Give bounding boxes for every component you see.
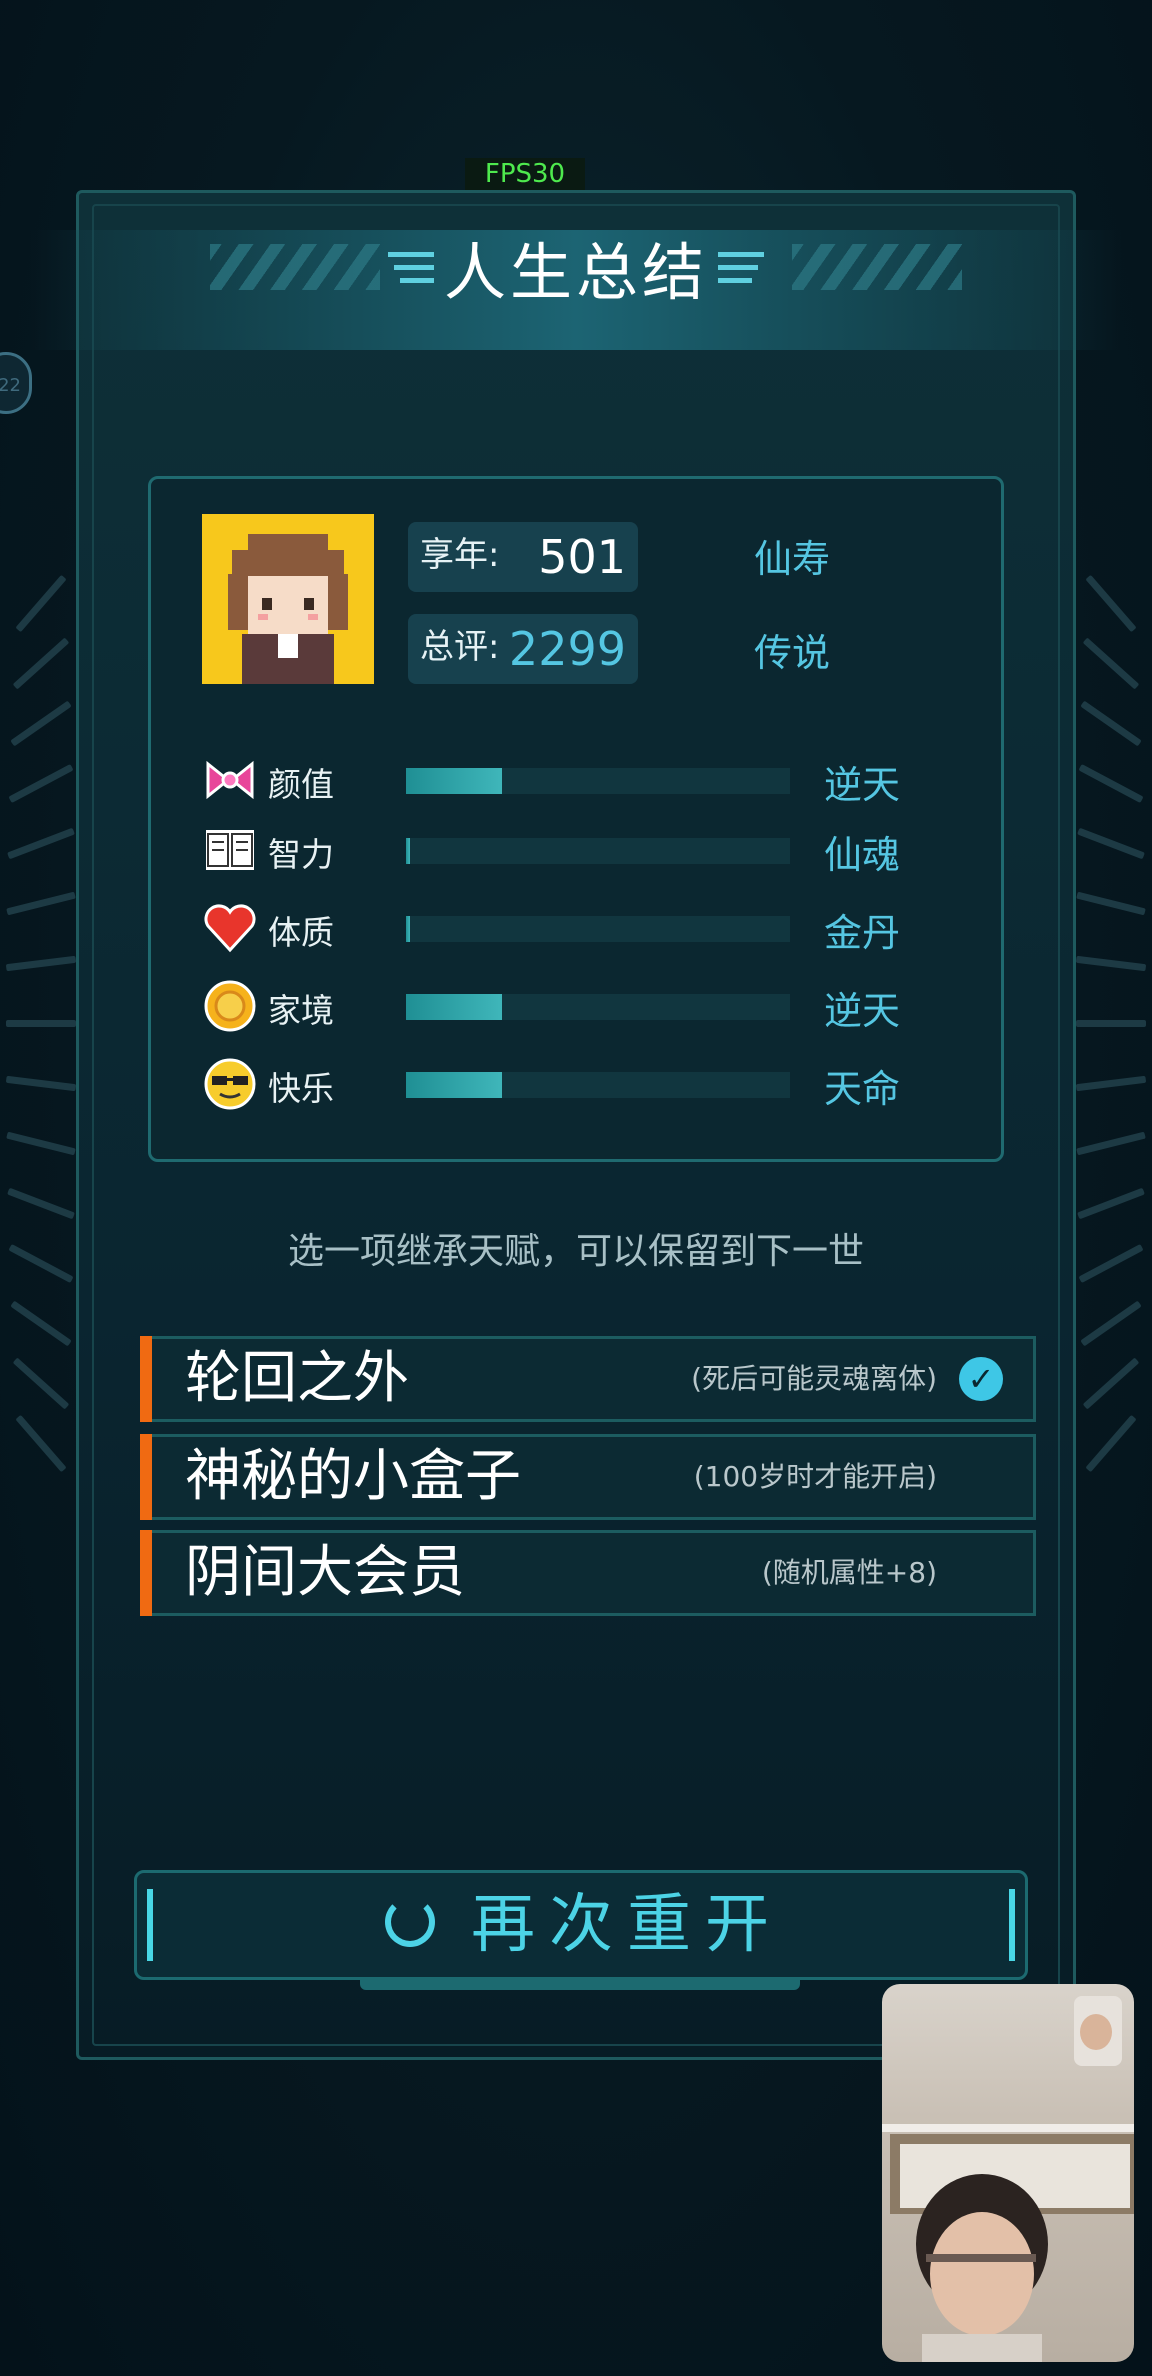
ray-mark <box>1080 1300 1142 1347</box>
heart-icon <box>202 900 258 956</box>
ray-mark <box>6 1131 76 1156</box>
refresh-icon <box>385 1897 435 1948</box>
talent-name: 阴间大会员 <box>185 1540 465 1605</box>
ray-mark <box>1085 1414 1137 1473</box>
talent-accent-bar <box>140 1434 152 1520</box>
talent-desc: (随机属性+8) <box>761 1556 937 1589</box>
talent-accent-bar <box>140 1530 152 1616</box>
attribute-bar-fill <box>406 768 502 794</box>
ray-mark <box>1076 1131 1146 1156</box>
score-pill: 总评: 2299 <box>408 614 638 684</box>
video-call-overlay[interactable] <box>882 1984 1134 2362</box>
talent-desc: (死后可能灵魂离体) <box>691 1362 937 1395</box>
attribute-bar-fill <box>406 994 502 1020</box>
score-value: 2299 <box>508 622 626 676</box>
attribute-bar <box>406 994 790 1020</box>
ray-mark <box>1075 955 1147 972</box>
score-label: 总评: <box>420 627 500 667</box>
ray-mark <box>6 891 76 916</box>
fps-counter: FPS30 <box>465 158 585 190</box>
ray-mark <box>7 827 75 860</box>
restart-button[interactable]: 再次重开 <box>134 1870 1028 1980</box>
attribute-label: 智力 <box>268 835 334 874</box>
ray-mark <box>1076 1020 1146 1027</box>
attribute-grade: 金丹 <box>824 911 901 955</box>
age-value: 501 <box>538 530 626 584</box>
restart-label: 再次重开 <box>471 1888 783 1962</box>
ray-mark <box>12 637 70 690</box>
page-title: 人生总结 <box>443 236 708 309</box>
ray-mark <box>7 1187 75 1220</box>
talent-name: 神秘的小盒子 <box>185 1444 521 1509</box>
talent-desc: (100岁时才能开启) <box>693 1460 937 1493</box>
ray-mark <box>1082 1357 1140 1410</box>
ray-mark <box>1075 1075 1147 1092</box>
ray-mark <box>8 763 74 804</box>
talent-accent-bar <box>140 1336 152 1422</box>
age-label: 享年: <box>420 535 500 575</box>
attribute-label: 快乐 <box>268 1069 334 1108</box>
check-icon: ✓ <box>959 1357 1003 1401</box>
avatar <box>202 514 374 684</box>
sunglasses-face-icon <box>202 1056 258 1112</box>
ray-mark <box>5 1075 77 1092</box>
coin-icon <box>202 978 258 1034</box>
attribute-grade: 天命 <box>824 1067 901 1111</box>
attribute-bar-fill <box>406 838 410 864</box>
ray-mark <box>10 1300 72 1347</box>
book-icon <box>202 822 258 878</box>
ray-mark <box>6 1020 76 1027</box>
title-stripes-right <box>792 244 962 290</box>
attribute-label: 体质 <box>268 913 334 952</box>
ray-mark <box>1078 763 1144 804</box>
age-grade: 仙寿 <box>754 537 831 581</box>
restart-underline <box>360 1980 800 1990</box>
attribute-label: 颜值 <box>268 765 334 804</box>
ray-mark <box>10 700 72 747</box>
side-level-badge[interactable]: 22 <box>0 352 32 414</box>
title-stripes-left <box>210 244 380 290</box>
attribute-grade: 逆天 <box>824 763 901 807</box>
attribute-label: 家境 <box>268 991 334 1030</box>
talent-name: 轮回之外 <box>185 1346 409 1411</box>
ray-mark <box>1080 700 1142 747</box>
inherit-hint: 选一项继承天赋，可以保留到下一世 <box>287 1231 864 1272</box>
talent-option[interactable]: 阴间大会员 (随机属性+8) <box>140 1530 1036 1616</box>
ray-mark <box>1077 827 1145 860</box>
attribute-bar-fill <box>406 1072 502 1098</box>
attribute-bar <box>406 916 790 942</box>
attribute-bar <box>406 768 790 794</box>
ray-mark <box>1082 637 1140 690</box>
attribute-grade: 仙魂 <box>824 833 901 877</box>
ray-mark <box>15 574 67 633</box>
attribute-bar <box>406 1072 790 1098</box>
talent-option[interactable]: 神秘的小盒子 (100岁时才能开启) <box>140 1434 1036 1520</box>
ray-mark <box>1077 1187 1145 1220</box>
attribute-bar <box>406 838 790 864</box>
ray-mark <box>1076 891 1146 916</box>
age-pill: 享年: 501 <box>408 522 638 592</box>
ray-mark <box>12 1357 70 1410</box>
ray-mark <box>5 955 77 972</box>
attribute-grade: 逆天 <box>824 989 901 1033</box>
attribute-bar-fill <box>406 916 410 942</box>
score-grade: 传说 <box>754 631 831 675</box>
bow-icon <box>202 752 258 808</box>
ray-mark <box>15 1414 67 1473</box>
ray-mark <box>1085 574 1137 633</box>
talent-option[interactable]: 轮回之外 (死后可能灵魂离体) ✓ <box>140 1336 1036 1422</box>
